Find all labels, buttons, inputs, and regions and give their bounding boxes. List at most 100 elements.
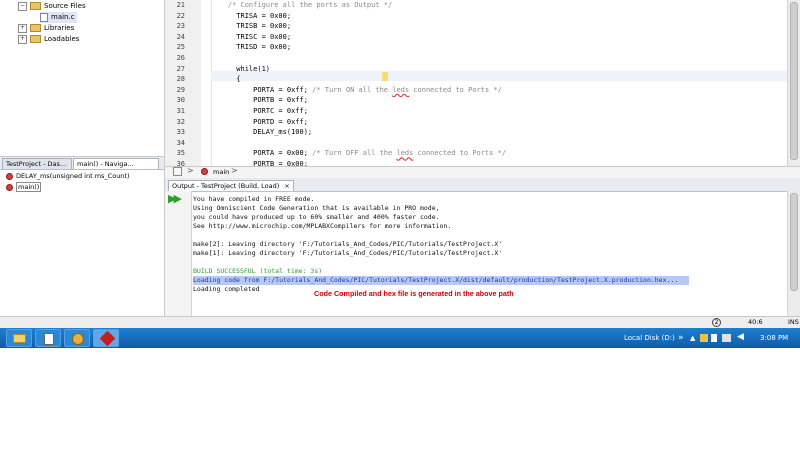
line-number: 34 bbox=[176, 138, 185, 147]
annotation-note: Code Compiled and hex file is generated … bbox=[314, 289, 514, 298]
code-text: PORTA = 0x00; bbox=[211, 149, 308, 158]
output-vertical-scrollbar[interactable] bbox=[787, 191, 800, 328]
code-line: PORTD = 0xff; bbox=[211, 118, 308, 126]
app-taskbar-button[interactable] bbox=[64, 329, 90, 347]
code-line: PORTA = 0xff; /* Turn ON all the leds co… bbox=[211, 86, 502, 94]
code-line: TRISD = 0x00; bbox=[211, 43, 291, 51]
output-line: Loading completed bbox=[193, 285, 260, 293]
line-number: 27 bbox=[176, 64, 185, 73]
brace-match-highlight bbox=[382, 72, 388, 81]
spelling-squiggle: leds bbox=[392, 85, 410, 94]
expand-icon[interactable]: + bbox=[18, 23, 27, 33]
chevron-right-icon[interactable]: » bbox=[678, 333, 684, 343]
method-icon bbox=[6, 183, 13, 191]
chevron-right-icon: > bbox=[187, 166, 194, 175]
clock[interactable]: 3:08 PM bbox=[760, 328, 788, 348]
code-text: while(1) bbox=[211, 64, 271, 73]
output-tabbar: Output - TestProject (Build, Load) × bbox=[165, 178, 800, 192]
code-text: TRISB = 0x00; bbox=[211, 22, 292, 31]
code-line: PORTA = 0x00; /* Turn OFF all the leds c… bbox=[211, 149, 506, 157]
drive-label[interactable]: Local Disk (D:) bbox=[624, 328, 675, 348]
line-number: 29 bbox=[176, 85, 185, 94]
code-line: /* Configure all the ports as Output */ bbox=[211, 1, 392, 9]
code-line: TRISA = 0x00; bbox=[211, 12, 291, 20]
output-tab-label: Output - TestProject (Build, Load) bbox=[172, 182, 280, 190]
expand-icon[interactable]: + bbox=[18, 34, 27, 44]
volume-icon[interactable]: ◀ bbox=[737, 332, 744, 342]
folder-icon bbox=[30, 24, 41, 32]
code-text: PORTD = 0xff; bbox=[211, 117, 308, 126]
tree-item-label: Source Files bbox=[44, 2, 86, 10]
tab-navigator[interactable]: main() - Naviga... bbox=[73, 158, 159, 169]
navigator-item-main[interactable]: main() bbox=[6, 182, 42, 193]
code-line: PORTC = 0xff; bbox=[211, 107, 308, 115]
output-line: you could have produced up to 60% smalle… bbox=[193, 213, 440, 221]
line-number: 33 bbox=[176, 128, 185, 137]
navigator-tabbar: TestProject - Das... main() - Naviga... bbox=[0, 157, 164, 170]
rerun-icon[interactable]: ▶▶ bbox=[168, 193, 182, 204]
tree-item-main-c[interactable]: main.c bbox=[40, 12, 77, 23]
line-number: 26 bbox=[176, 54, 185, 62]
flag-icon[interactable] bbox=[700, 334, 708, 342]
code-text: TRISC = 0x00; bbox=[211, 32, 292, 41]
output-line: make[1]: Leaving directory 'F:/Tutorials… bbox=[193, 249, 503, 257]
file-icon[interactable] bbox=[173, 167, 182, 176]
code-text: PORTB = 0xff; bbox=[211, 96, 308, 105]
line-number: 32 bbox=[176, 117, 185, 126]
notification-icon[interactable]: 2 bbox=[712, 318, 721, 327]
cursor-position: 40:6 bbox=[748, 318, 763, 326]
code-comment: /* Turn ON all the leds connected to Por… bbox=[307, 85, 502, 94]
line-number: 23 bbox=[176, 22, 185, 31]
project-tree-panel: − Source Files main.c + Libraries + Loadabl… bbox=[0, 0, 165, 156]
folder-icon bbox=[13, 334, 26, 343]
document-icon bbox=[44, 333, 54, 345]
tree-item-label: Loadables bbox=[44, 35, 80, 43]
line-number: 30 bbox=[176, 96, 185, 105]
code-line: DELAY_ms(100); bbox=[211, 128, 312, 136]
code-line: PORTB = 0xff; bbox=[211, 96, 308, 104]
line-number: 25 bbox=[176, 43, 185, 52]
scrollbar-thumb[interactable] bbox=[790, 193, 798, 291]
tree-item-libraries[interactable]: + Libraries bbox=[18, 23, 74, 34]
code-text: TRISA = 0x00; bbox=[211, 11, 292, 20]
output-line: See http://www.microchip.com/MPLABXCompi… bbox=[193, 222, 452, 230]
taskbar: Local Disk (D:) » ▲ ◀ 3:08 PM bbox=[0, 328, 800, 348]
mplab-taskbar-button[interactable] bbox=[93, 329, 119, 347]
scrollbar-thumb[interactable] bbox=[790, 2, 798, 160]
tree-item-source-files[interactable]: − Source Files bbox=[18, 1, 86, 12]
code-text: TRISD = 0x00; bbox=[211, 43, 292, 52]
line-number: 31 bbox=[176, 107, 185, 115]
tab-output-build-load[interactable]: Output - TestProject (Build, Load) × bbox=[168, 180, 294, 191]
network-icon[interactable] bbox=[722, 334, 731, 342]
editor-vertical-scrollbar[interactable] bbox=[787, 0, 800, 166]
method-icon bbox=[201, 168, 208, 175]
method-icon bbox=[6, 172, 13, 180]
close-icon[interactable]: × bbox=[284, 182, 289, 190]
tree-item-label: main.c bbox=[51, 13, 75, 21]
tree-item-label: Libraries bbox=[44, 24, 75, 32]
code-text: /* Configure all the ports as Output */ bbox=[211, 1, 393, 9]
code-editor[interactable]: 21 22 23 24 25 26 27 28 29 30 31 32 33 34 35 36 /* Conf… bbox=[165, 0, 800, 168]
tab-dashboard[interactable]: TestProject - Das... bbox=[2, 158, 72, 169]
explorer-taskbar-button[interactable] bbox=[6, 329, 32, 347]
tray-up-icon[interactable]: ▲ bbox=[690, 334, 695, 342]
battery-icon[interactable] bbox=[711, 334, 717, 342]
notepad-taskbar-button[interactable] bbox=[35, 329, 61, 347]
navigator-item-delay[interactable]: DELAY_ms(unsigned int ms_Count) bbox=[6, 171, 130, 182]
current-line-highlight bbox=[211, 71, 800, 81]
chevron-right-icon: > bbox=[231, 166, 238, 175]
breadcrumb-function[interactable]: main bbox=[213, 167, 229, 177]
code-line: TRISB = 0x00; bbox=[211, 22, 291, 30]
line-number: 21 bbox=[176, 1, 185, 9]
c-file-icon bbox=[40, 12, 48, 22]
code-text: PORTA = 0xff; bbox=[211, 85, 308, 94]
line-number: 35 bbox=[176, 149, 185, 158]
folder-icon bbox=[30, 2, 41, 10]
collapse-icon[interactable]: − bbox=[18, 1, 27, 11]
output-line: make[2]: Leaving directory 'F:/Tutorials… bbox=[193, 240, 503, 248]
tree-item-loadables[interactable]: + Loadables bbox=[18, 34, 79, 45]
insert-mode: INS bbox=[788, 318, 799, 326]
output-line: You have compiled in FREE mode. bbox=[193, 195, 315, 203]
code-text: DELAY_ms(100); bbox=[211, 128, 313, 137]
output-toolbar: ▶▶ bbox=[165, 191, 192, 328]
